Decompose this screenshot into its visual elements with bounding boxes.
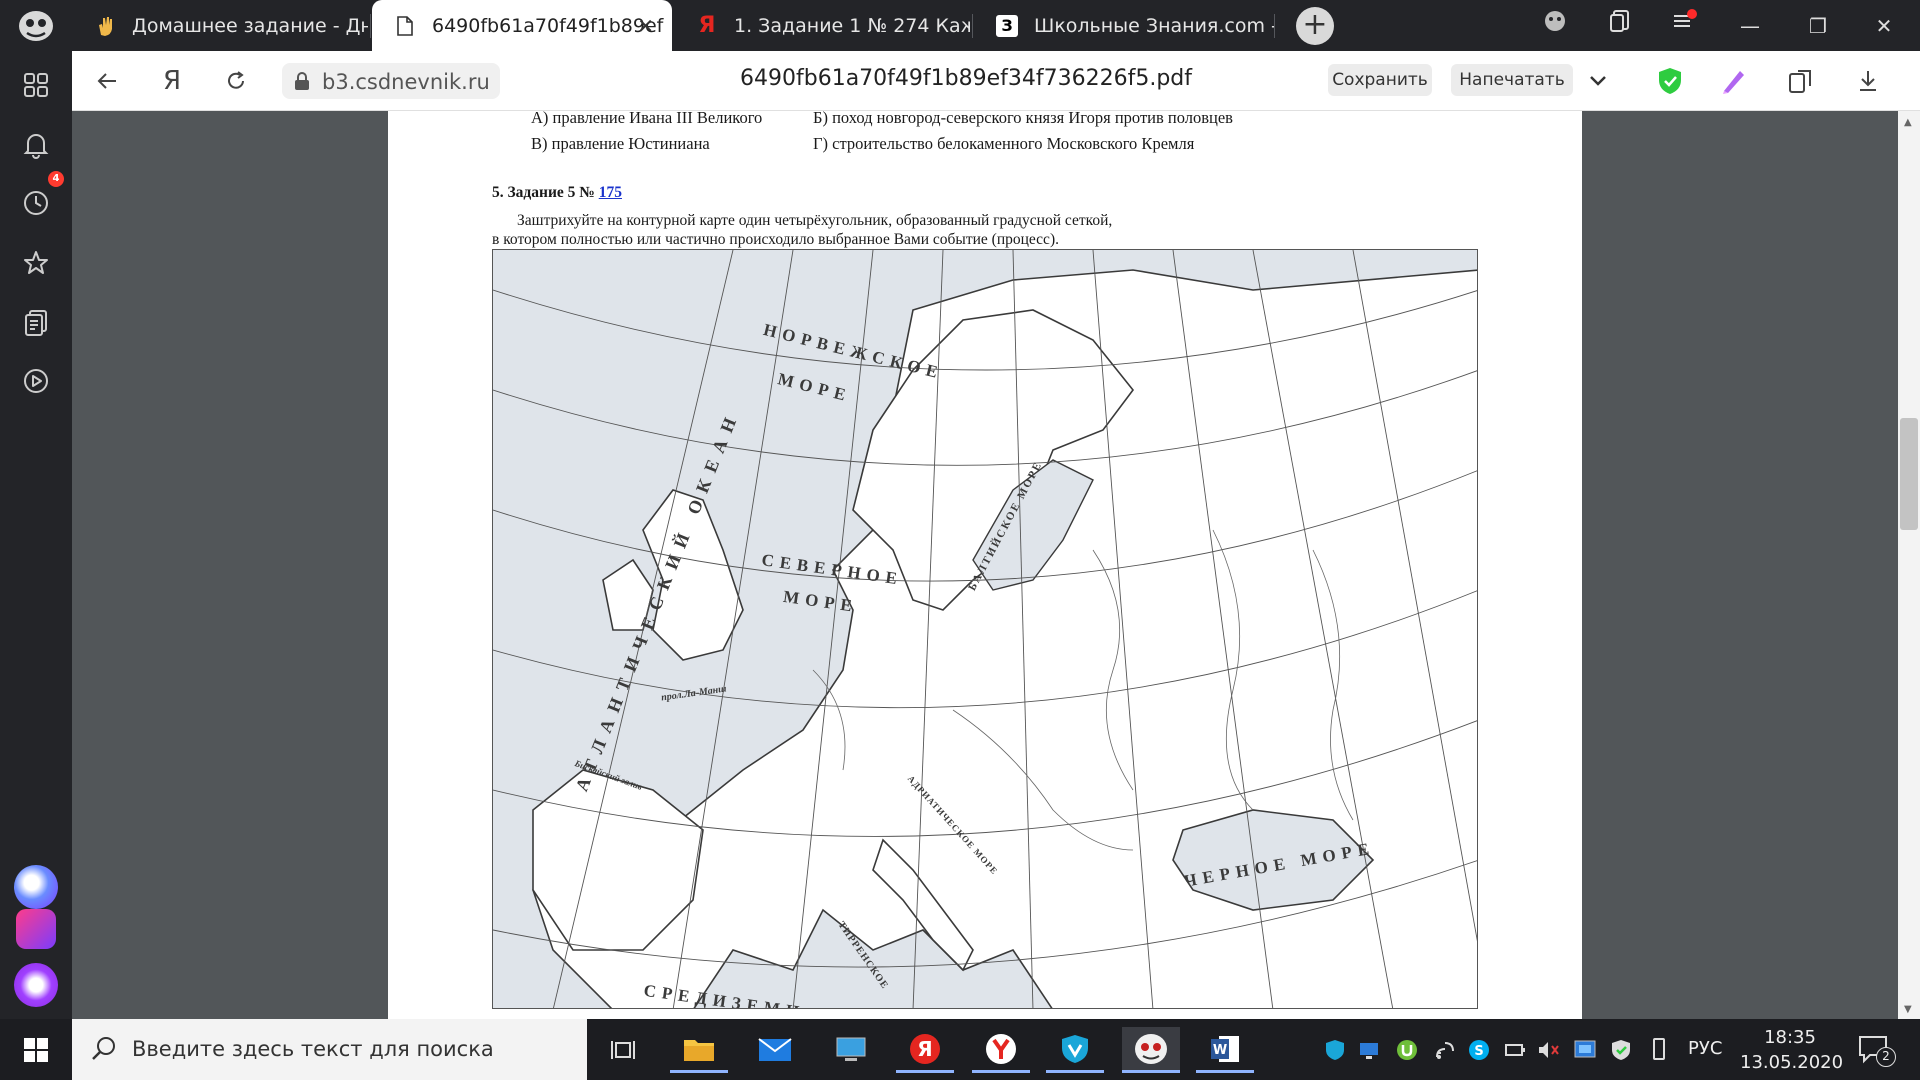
yandex-app-icon[interactable] <box>972 1027 1030 1073</box>
windows-start-icon[interactable] <box>0 1019 72 1080</box>
znanija-icon: З <box>996 14 1018 37</box>
power-tray-icon[interactable] <box>1502 1037 1528 1063</box>
document-title: 6490fb61a70f49f1b89ef34f736226f5.pdf <box>740 66 1193 91</box>
save-button[interactable]: Сохранить <box>1328 64 1432 96</box>
svg-text:S: S <box>1474 1044 1483 1059</box>
chat-app-icon[interactable] <box>16 909 56 949</box>
volume-muted-tray-icon[interactable] <box>1536 1037 1562 1063</box>
display-tray-icon[interactable] <box>1572 1037 1598 1063</box>
scrollbar-thumb[interactable] <box>1900 418 1918 530</box>
back-arrow-icon[interactable] <box>89 63 125 99</box>
tab-znanija[interactable]: З Школьные Знания.com - F <box>974 0 1274 51</box>
wifi-tray-icon[interactable] <box>1432 1037 1458 1063</box>
task-heading: 5. Задание 5 № 175 <box>492 184 622 202</box>
browser-taskbar-icon[interactable] <box>1122 1027 1180 1073</box>
svg-text:Я: Я <box>917 1037 932 1061</box>
pdf-viewer[interactable]: А) правление Ивана III Великого Б) поход… <box>72 111 1898 1019</box>
tab-divider <box>370 14 371 38</box>
menu-icon[interactable] <box>1665 8 1705 44</box>
yandex-browser-icon[interactable]: Я <box>896 1027 954 1073</box>
yandex-icon: Я <box>698 13 716 38</box>
bell-icon[interactable] <box>18 127 54 163</box>
reload-icon[interactable] <box>218 63 254 99</box>
task-number-link[interactable]: 175 <box>599 184 622 201</box>
answer-option-a: А) правление Ивана III Великого <box>531 111 763 127</box>
shield-app-icon[interactable] <box>1046 1027 1104 1073</box>
taskbar-search-box[interactable]: Введите здесь текст для поиска <box>72 1019 587 1080</box>
download-icon[interactable] <box>1850 63 1886 99</box>
browser-logo-icon[interactable] <box>14 8 58 44</box>
close-tab-icon[interactable]: ✕ <box>637 14 654 38</box>
hand-icon <box>94 15 116 37</box>
instruction-line-2: в котором полностью или частично происхо… <box>492 231 1059 248</box>
instruction-line-1: Заштрихуйте на контурной карте один четы… <box>517 212 1113 229</box>
url-text: b3.csdnevnik.ru <box>322 70 490 94</box>
clock-date: 13.05.2020 <box>1740 1052 1844 1073</box>
tab-label: 6490fb61a70f49f1b89ef <box>432 14 664 37</box>
tab-divider <box>1274 14 1275 38</box>
tab-task-1[interactable]: Я 1. Задание 1 № 274 Кажда <box>674 0 970 51</box>
search-icon <box>90 1035 118 1067</box>
protect-shield-icon[interactable] <box>1652 63 1688 99</box>
tab-label: Школьные Знания.com - F <box>1034 14 1274 37</box>
vertical-scrollbar[interactable]: ▲ ▼ <box>1898 111 1920 1019</box>
protect-icon[interactable] <box>1535 8 1575 44</box>
restore-icon[interactable]: ❐ <box>1798 8 1838 44</box>
torrent-tray-icon[interactable] <box>1394 1037 1420 1063</box>
close-window-icon[interactable]: ✕ <box>1864 8 1904 44</box>
lock-icon <box>294 72 310 90</box>
apps-grid-icon[interactable] <box>18 67 54 103</box>
this-pc-icon[interactable] <box>822 1027 880 1073</box>
pen-draw-icon[interactable] <box>1716 63 1752 99</box>
collections-icon[interactable] <box>18 305 54 341</box>
file-explorer-icon[interactable] <box>670 1027 728 1073</box>
language-indicator[interactable]: РУС <box>1688 1038 1722 1059</box>
answer-option-v: В) правление Юстиниана <box>531 134 710 153</box>
defender-tray-icon[interactable] <box>1322 1037 1348 1063</box>
star-icon[interactable] <box>18 245 54 281</box>
print-button[interactable]: Напечатать <box>1451 64 1573 96</box>
search-placeholder: Введите здесь текст для поиска <box>132 1037 494 1061</box>
svg-text:W: W <box>1213 1043 1227 1058</box>
minimize-icon[interactable]: — <box>1730 8 1770 44</box>
play-video-icon[interactable] <box>18 363 54 399</box>
task-heading-text: 5. Задание 5 № <box>492 184 599 201</box>
word-icon[interactable]: W <box>1196 1027 1254 1073</box>
tab-strip: Домашнее задание - Днев 6490fb61a70f49f1… <box>0 0 1920 51</box>
scroll-down-icon[interactable]: ▼ <box>1904 1004 1912 1015</box>
alice-assistant-icon[interactable] <box>14 963 58 1007</box>
pdf-page: А) правление Ивана III Великого Б) поход… <box>388 111 1582 1019</box>
action-center-count: 2 <box>1876 1047 1896 1067</box>
address-bar: Я b3.csdnevnik.ru 6490fb61a70f49f1b89ef3… <box>72 51 1920 111</box>
action-center-icon[interactable]: 2 <box>1856 1033 1896 1067</box>
clock-time: 18:35 <box>1764 1027 1816 1048</box>
tab-label: Домашнее задание - Днев <box>132 14 368 37</box>
history-clock-icon[interactable] <box>18 185 54 221</box>
tab-pdf[interactable]: 6490fb61a70f49f1b89ef ✕ <box>372 0 672 51</box>
tab-label: 1. Задание 1 № 274 Кажда <box>734 14 970 37</box>
messenger-icon[interactable] <box>14 865 58 909</box>
windows-taskbar: Введите здесь текст для поиска Я W S РУС… <box>0 1019 1920 1080</box>
browser-sidebar: 4 <box>0 51 72 1019</box>
contour-map[interactable]: НОРВЕЖСКОЕ МОРЕ АТЛАНТИЧЕСКИЙ ОКЕАН СЕВЕ… <box>492 249 1478 1009</box>
tab-divider <box>972 14 973 38</box>
system-clock[interactable]: 18:35 13.05.2020 <box>1740 1025 1844 1075</box>
share-pages-icon[interactable] <box>1783 63 1819 99</box>
yandex-home-button[interactable]: Я <box>154 63 190 99</box>
answer-option-g: Г) строительство белокаменного Московско… <box>813 134 1195 153</box>
mail-icon[interactable] <box>746 1027 804 1073</box>
security-tray-icon[interactable] <box>1608 1037 1634 1063</box>
new-tab-button[interactable]: + <box>1296 7 1334 45</box>
answer-option-b: Б) поход новгород-северского князя Игоря… <box>813 111 1233 127</box>
usb-device-tray-icon[interactable] <box>1646 1037 1672 1063</box>
task-view-icon[interactable] <box>594 1027 652 1073</box>
bookmarks-collection-icon[interactable] <box>1600 8 1640 44</box>
chevron-down-icon[interactable] <box>1580 63 1616 99</box>
scroll-up-icon[interactable]: ▲ <box>1904 117 1912 128</box>
skype-tray-icon[interactable]: S <box>1466 1037 1492 1063</box>
document-icon <box>394 15 416 37</box>
tab-homework[interactable]: Домашнее задание - Днев <box>72 0 368 51</box>
url-field[interactable]: b3.csdnevnik.ru <box>282 63 500 99</box>
network-adapter-tray-icon[interactable] <box>1356 1037 1382 1063</box>
